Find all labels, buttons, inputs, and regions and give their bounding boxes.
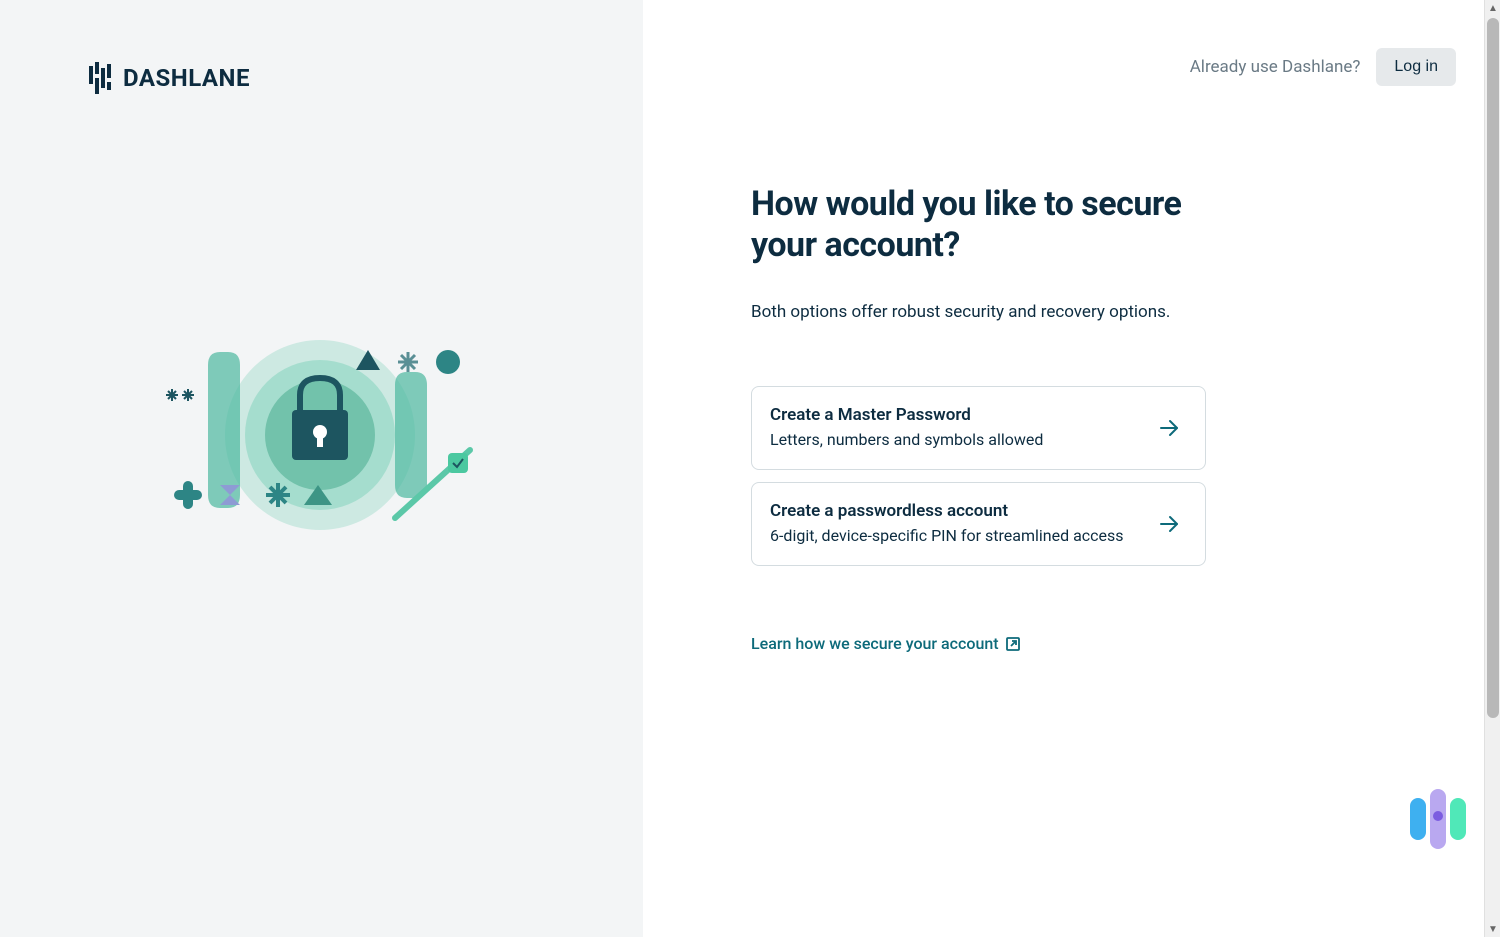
vertical-scrollbar[interactable]: ▲ ▼ [1484,0,1500,937]
login-button[interactable]: Log in [1376,48,1456,86]
option-description: Letters, numbers and symbols allowed [770,429,1141,451]
main-content: How would you like to secure your accoun… [751,184,1206,653]
floating-widget[interactable] [1410,789,1466,849]
arrow-right-icon [1157,416,1181,440]
scrollbar-up-icon[interactable]: ▲ [1485,0,1500,16]
widget-bar-purple [1430,789,1446,849]
brand-logo: DASHLANE [89,62,250,94]
option-master-password[interactable]: Create a Master Password Letters, number… [751,386,1206,470]
external-link-icon [1005,636,1021,652]
dashlane-logo-icon [89,62,115,94]
widget-bar-green [1450,798,1466,840]
learn-more-link[interactable]: Learn how we secure your account [751,634,1021,653]
option-passwordless[interactable]: Create a passwordless account 6-digit, d… [751,482,1206,566]
options-list: Create a Master Password Letters, number… [751,386,1206,567]
option-title: Create a passwordless account [770,501,1141,521]
subtitle: Both options offer robust security and r… [751,302,1206,322]
widget-bar-blue [1410,798,1426,840]
option-text: Create a Master Password Letters, number… [770,405,1157,451]
option-title: Create a Master Password [770,405,1141,425]
arrow-right-icon [1157,512,1181,536]
option-description: 6-digit, device-specific PIN for streaml… [770,525,1141,547]
security-illustration [160,340,480,540]
header-right: Already use Dashlane? Log in [1190,48,1456,86]
page-title: How would you like to secure your accoun… [751,184,1206,266]
scrollbar-down-icon[interactable]: ▼ [1485,921,1500,937]
learn-link-text: Learn how we secure your account [751,634,999,653]
right-panel: Already use Dashlane? Log in How would y… [643,0,1500,937]
brand-name: DASHLANE [123,64,250,92]
already-use-text: Already use Dashlane? [1190,57,1361,77]
left-panel: DASHLANE [0,0,643,937]
scrollbar-thumb[interactable] [1487,18,1499,718]
option-text: Create a passwordless account 6-digit, d… [770,501,1157,547]
